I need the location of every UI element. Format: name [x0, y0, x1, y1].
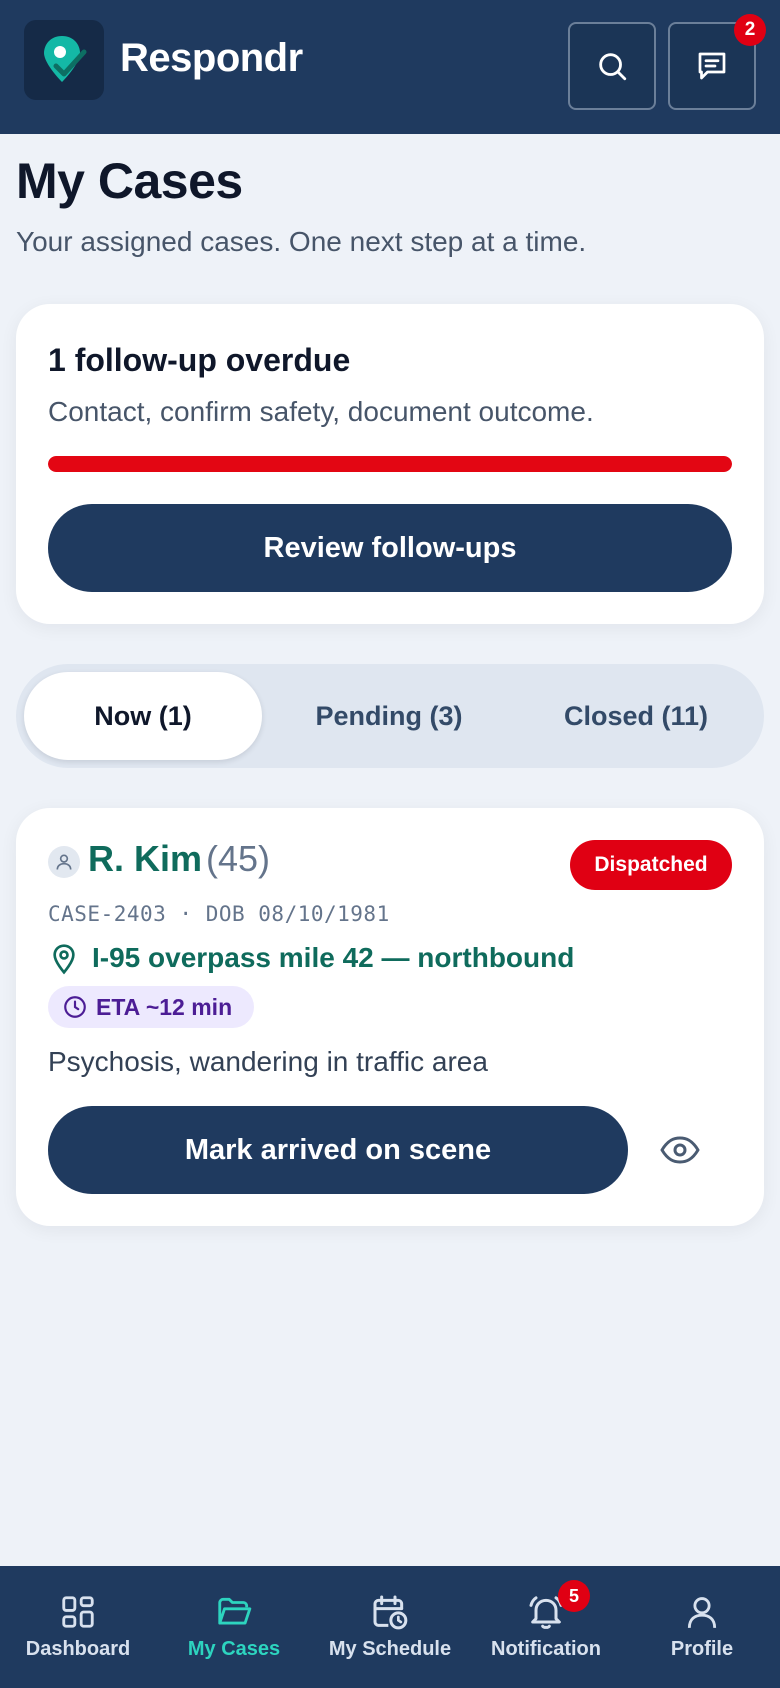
nav-label: My Schedule — [328, 1638, 452, 1660]
location-check-logo-icon — [44, 36, 87, 82]
view-case-button[interactable] — [654, 1126, 706, 1174]
case-card[interactable]: R. Kim (45) Dispatched CASE-2403 · DOB 0… — [16, 808, 764, 1226]
app-name: Respondr — [120, 36, 303, 80]
search-icon — [599, 53, 627, 81]
nav-label: My Cases — [187, 1638, 281, 1660]
nav-label: Profile — [670, 1638, 734, 1660]
app-logo — [24, 20, 104, 100]
case-person-name: R. Kim — [88, 838, 203, 879]
eta-badge: ETA ~12 min — [48, 986, 254, 1028]
overdue-description: Contact, confirm safety, document outcom… — [48, 396, 594, 427]
tab-pending[interactable]: Pending (3) — [270, 672, 508, 760]
overdue-progress-bar — [48, 456, 732, 472]
nav-profile[interactable]: Profile — [624, 1566, 780, 1688]
clock-icon — [64, 996, 86, 1018]
message-icon — [698, 52, 726, 80]
tab-now[interactable]: Now (1) — [24, 672, 262, 760]
calendar-clock-icon — [373, 1595, 408, 1630]
person-icon — [56, 854, 72, 870]
bottom-nav: Dashboard My Cases My Schedule Notificat… — [0, 1566, 780, 1688]
case-location[interactable]: I-95 overpass mile 42 — northbound — [92, 942, 574, 974]
nav-dashboard[interactable]: Dashboard — [0, 1566, 156, 1688]
messages-badge: 2 — [734, 14, 766, 46]
eta-text: ETA ~12 min — [96, 993, 233, 1020]
top-app-bar: Respondr 2 — [0, 0, 780, 134]
mark-arrived-button[interactable]: Mark arrived on scene — [48, 1106, 628, 1194]
review-followups-button[interactable]: Review follow-ups — [48, 504, 732, 592]
page-subtitle: Your assigned cases. One next step at a … — [16, 226, 587, 257]
nav-my-cases[interactable]: My Cases — [156, 1566, 312, 1688]
avatar — [48, 846, 80, 878]
overdue-progress-fill — [48, 456, 732, 472]
nav-my-schedule[interactable]: My Schedule — [312, 1566, 468, 1688]
folder-icon — [218, 1597, 252, 1625]
case-meta: CASE-2403 · DOB 08/10/1981 — [48, 902, 390, 926]
case-person-age: (45) — [206, 838, 271, 879]
notification-badge: 5 — [558, 1580, 590, 1612]
status-badge: Dispatched — [570, 840, 732, 890]
overdue-title: 1 follow-up overdue — [48, 342, 351, 378]
map-pin-icon — [53, 944, 75, 975]
search-button[interactable] — [568, 22, 656, 110]
eye-icon — [660, 1136, 700, 1164]
case-status-tabs: Now (1) Pending (3) Closed (11) — [16, 664, 764, 768]
nav-label: Dashboard — [25, 1638, 131, 1660]
case-description: Psychosis, wandering in traffic area — [48, 1046, 488, 1077]
dashboard-icon — [62, 1596, 94, 1628]
page-title: My Cases — [16, 153, 243, 209]
user-icon — [687, 1597, 717, 1628]
overdue-followups-card: 1 follow-up overdue Contact, confirm saf… — [16, 304, 764, 624]
tab-closed[interactable]: Closed (11) — [516, 672, 756, 760]
nav-notification[interactable]: Notification 5 — [468, 1566, 624, 1688]
nav-label: Notification — [491, 1638, 601, 1660]
